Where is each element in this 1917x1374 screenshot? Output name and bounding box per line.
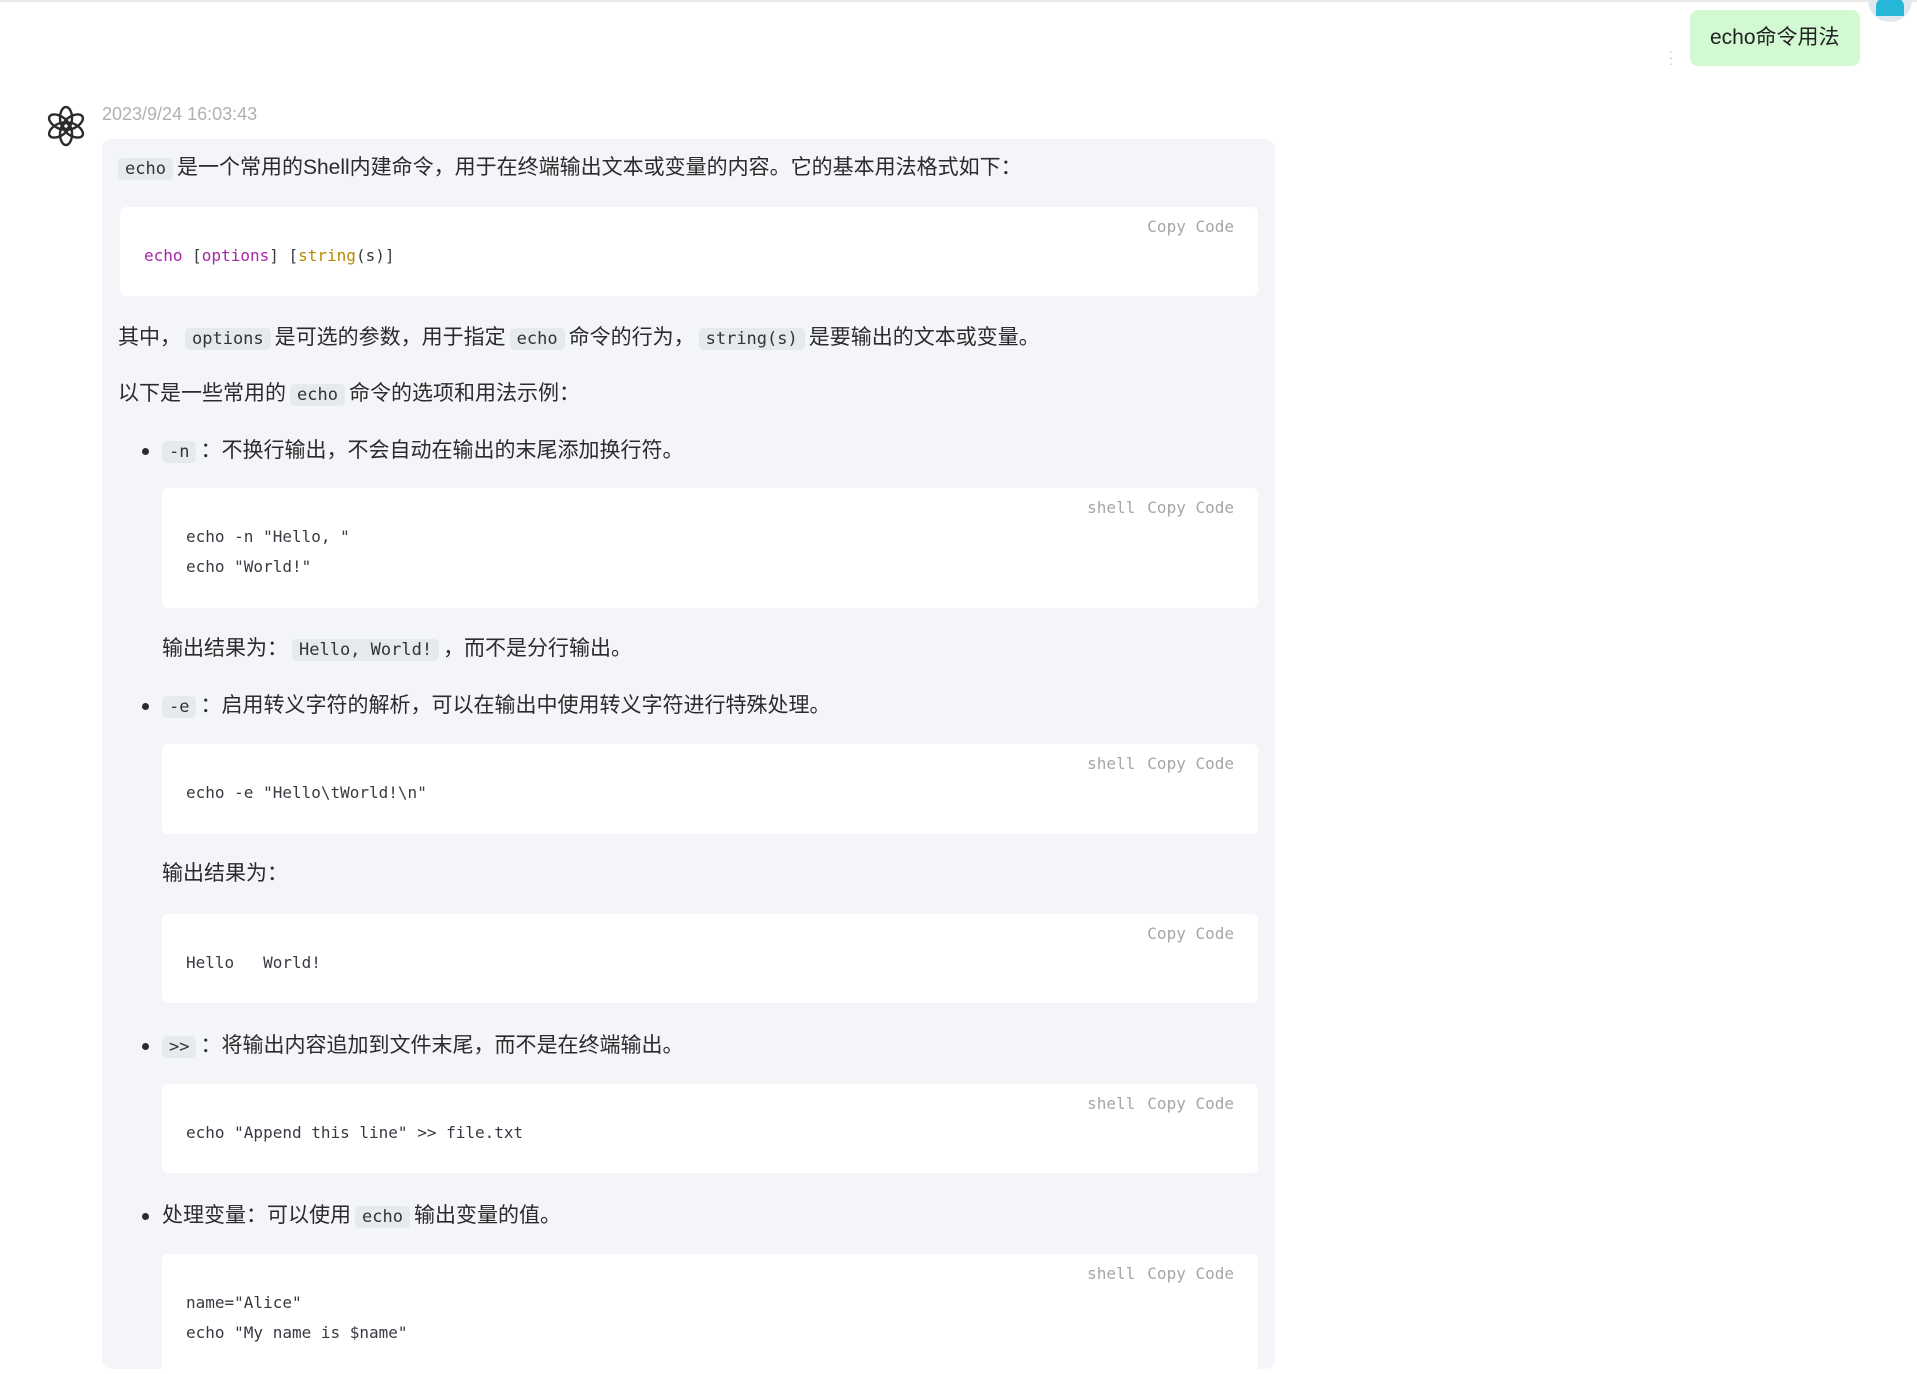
inline-code: Hello, World! (292, 639, 440, 661)
code-toolbar: shell Copy Code (1075, 498, 1234, 517)
copy-code-button[interactable]: Copy Code (1147, 924, 1234, 943)
copy-code-button[interactable]: Copy Code (1147, 217, 1234, 236)
code-block-output: Copy Code Hello World! (162, 914, 1258, 1003)
inline-code: >> (162, 1036, 197, 1058)
user-message-text: echo命令用法 (1710, 26, 1840, 49)
copy-code-button[interactable]: Copy Code (1147, 1264, 1234, 1283)
openai-logo-icon (47, 105, 85, 147)
list-bullet (142, 1043, 149, 1050)
inline-code: echo (509, 328, 565, 350)
list-item-e: -e ：启用转义字符的解析，可以在输出中使用转义字符进行特殊处理。 (162, 691, 830, 722)
top-divider (0, 0, 1917, 2)
code-toolbar: Copy Code (1135, 924, 1234, 943)
list-bullet (142, 1213, 149, 1220)
inline-code: -e (162, 696, 197, 718)
code-language-label: shell (1087, 498, 1136, 517)
code-content: echo -e "Hello\tWorld!\n" (186, 783, 427, 802)
list-item-n: -n ：不换行输出，不会自动在输出的末尾添加换行符。 (162, 436, 683, 467)
code-language-label: shell (1087, 1264, 1136, 1283)
code-toolbar: Copy Code (1135, 217, 1234, 236)
result-n-paragraph: 输出结果为： Hello, World! ，而不是分行输出。 (162, 637, 633, 661)
code-block-n: shell Copy Code echo -n "Hello, " echo "W… (162, 488, 1258, 608)
result-e-paragraph: 输出结果为： (162, 862, 288, 885)
intro-text: 是一个常用的Shell内建命令，用于在终端输出文本或变量的内容。它的基本用法格式… (176, 156, 1022, 179)
code-block-variable: shell Copy Code name="Alice" echo "My nam… (162, 1254, 1258, 1374)
inline-code: string(s) (698, 328, 805, 350)
code-content: echo [options] [string(s)] (144, 246, 395, 265)
inline-code: echo (355, 1206, 410, 1228)
inline-code: echo (290, 384, 345, 406)
user-avatar[interactable] (1868, 0, 1912, 22)
user-message-bubble: echo命令用法 (1690, 10, 1860, 66)
code-content: name="Alice" echo "My name is $name" (186, 1293, 408, 1342)
code-content: echo "Append this line" >> file.txt (186, 1123, 524, 1142)
inline-code: options (185, 328, 271, 350)
copy-code-button[interactable]: Copy Code (1147, 498, 1234, 517)
list-item-append: >> ：将输出内容追加到文件末尾，而不是在终端输出。 (162, 1031, 683, 1062)
code-block-syntax: Copy Code echo [options] [string(s)] (120, 207, 1258, 296)
intro-paragraph: echo 是一个常用的Shell内建命令，用于在终端输出文本或变量的内容。它的基本… (118, 153, 1022, 184)
more-options-icon[interactable]: · · · (1668, 44, 1674, 70)
code-toolbar: shell Copy Code (1075, 754, 1234, 773)
code-toolbar: shell Copy Code (1075, 1264, 1234, 1283)
code-language-label: shell (1087, 1094, 1136, 1113)
code-toolbar: shell Copy Code (1075, 1094, 1234, 1113)
code-block-append: shell Copy Code echo "Append this line" >… (162, 1084, 1258, 1173)
examples-paragraph: 以下是一些常用的 echo 命令的选项和用法示例： (118, 382, 580, 406)
code-block-e: shell Copy Code echo -e "Hello\tWorld!\n" (162, 744, 1258, 834)
message-timestamp: 2023/9/24 16:03:43 (102, 104, 258, 124)
list-bullet (142, 448, 149, 455)
code-language-label: shell (1087, 754, 1136, 773)
copy-code-button[interactable]: Copy Code (1147, 1094, 1234, 1113)
options-paragraph: 其中， options 是可选的参数，用于指定 echo 命令的行为， string(s)… (118, 326, 1040, 350)
assistant-message: echo 是一个常用的Shell内建命令，用于在终端输出文本或变量的内容。它的基本… (102, 139, 1275, 1374)
code-content: echo -n "Hello, " echo "World!" (186, 527, 350, 576)
inline-code: echo (118, 158, 173, 180)
inline-code: -n (162, 441, 197, 463)
list-item-variable: 处理变量：可以使用 echo 输出变量的值。 (162, 1204, 561, 1228)
copy-code-button[interactable]: Copy Code (1147, 754, 1234, 773)
code-content: Hello World! (186, 953, 321, 972)
list-bullet (142, 703, 149, 710)
